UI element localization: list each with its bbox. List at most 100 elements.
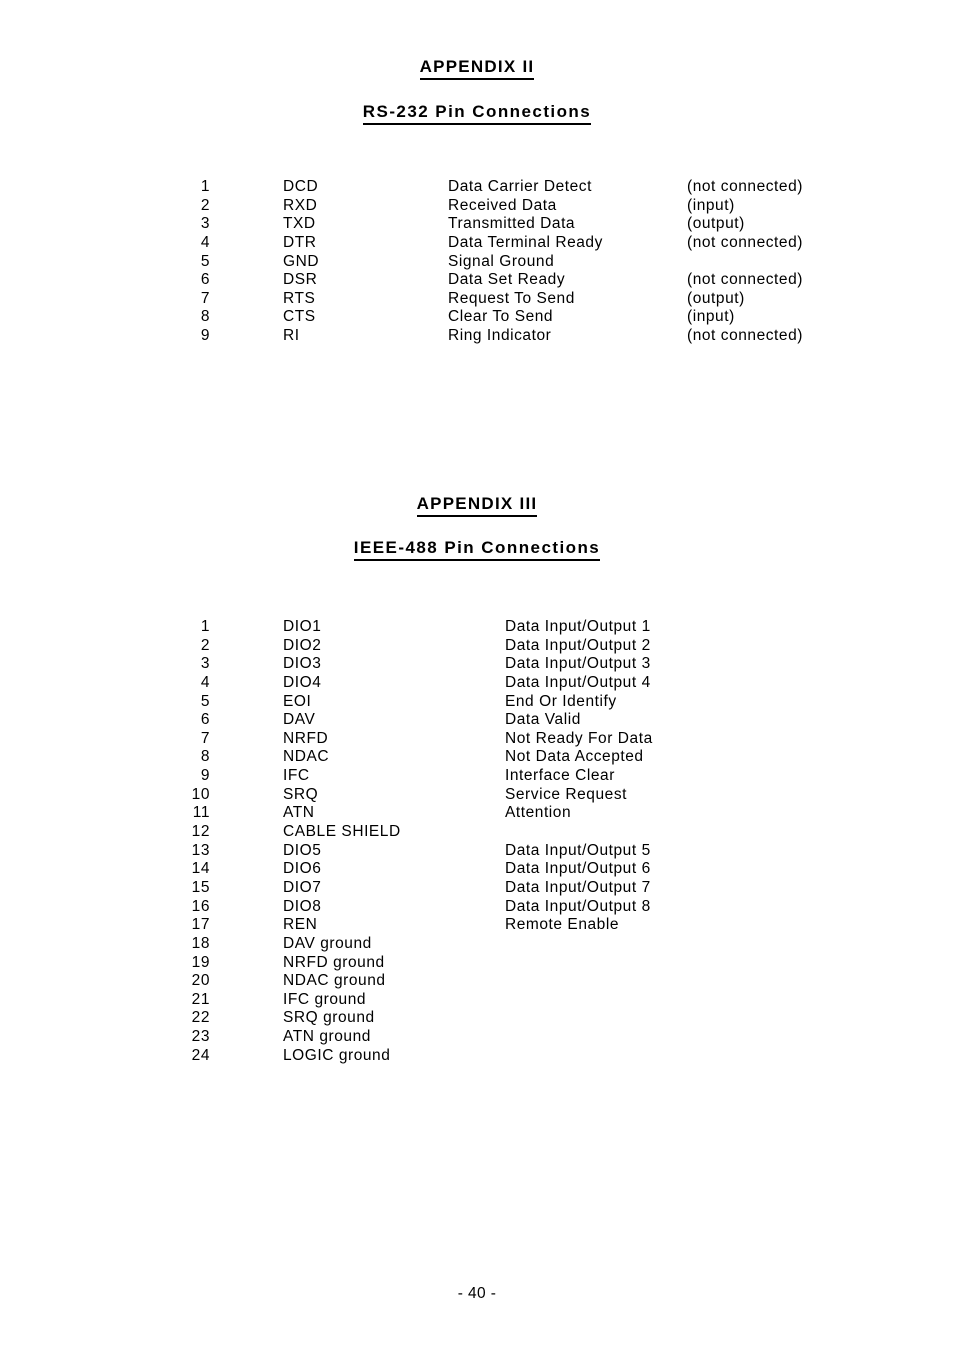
pin-number: 22 bbox=[191, 1009, 210, 1027]
table-row: 4 DIO4 Data Input/Output 4 bbox=[0, 674, 954, 693]
table-row: 10 SRQ Service Request bbox=[0, 786, 954, 805]
signal-name: DAV ground bbox=[283, 934, 372, 952]
document-page: APPENDIX II RS-232 Pin Connections 1 DCD D… bbox=[0, 0, 954, 1351]
signal-name: IFC ground bbox=[283, 990, 367, 1008]
signal-name: DIO8 bbox=[283, 897, 322, 915]
signal-name: GND bbox=[283, 252, 320, 270]
signal-name: REN bbox=[283, 916, 318, 934]
signal-description: Request To Send bbox=[448, 289, 575, 307]
signal-name: NDAC ground bbox=[283, 972, 386, 990]
pin-number: 21 bbox=[191, 990, 210, 1008]
signal-name: ATN bbox=[283, 804, 315, 822]
appendix-3-subtitle-block: IEEE-488 Pin Connections bbox=[0, 538, 954, 561]
signal-name: RXD bbox=[283, 196, 318, 214]
table-row: 1 DIO1 Data Input/Output 1 bbox=[0, 618, 954, 637]
signal-name: DIO5 bbox=[283, 841, 322, 859]
pin-number: 9 bbox=[200, 327, 210, 345]
signal-name: DIO3 bbox=[283, 655, 322, 673]
ieee488-pin-table: 1 DIO1 Data Input/Output 1 2 DIO2 Data Input/… bbox=[0, 618, 954, 1065]
table-row: 16 DIO8 Data Input/Output 8 bbox=[0, 898, 954, 917]
table-row: 18 DAV ground bbox=[0, 935, 954, 954]
table-row: 24 LOGIC ground bbox=[0, 1047, 954, 1066]
connection-note: (not connected) bbox=[687, 271, 803, 289]
signal-description: Data Input/Output 3 bbox=[505, 655, 651, 673]
pin-number: 19 bbox=[191, 953, 210, 971]
table-row: 3 DIO3 Data Input/Output 3 bbox=[0, 655, 954, 674]
table-row: 3 TXD Transmitted Data (output) bbox=[0, 215, 954, 234]
pin-number: 4 bbox=[200, 233, 210, 251]
signal-name: RI bbox=[283, 327, 300, 345]
connection-note: (input) bbox=[687, 196, 735, 214]
connection-note: (output) bbox=[687, 215, 745, 233]
connection-note: (not connected) bbox=[687, 178, 803, 195]
signal-name: DAV bbox=[283, 711, 316, 729]
appendix-3-subtitle: IEEE-488 Pin Connections bbox=[353, 538, 601, 561]
signal-description: Data Terminal Ready bbox=[448, 233, 603, 251]
pin-number: 24 bbox=[191, 1046, 210, 1064]
signal-name: DIO6 bbox=[283, 860, 322, 878]
table-row: 11 ATN Attention bbox=[0, 804, 954, 823]
table-row: 9 RI Ring Indicator (not connected) bbox=[0, 327, 954, 346]
appendix-3-title-block: APPENDIX III bbox=[0, 494, 954, 517]
pin-number: 7 bbox=[200, 729, 210, 747]
pin-number: 3 bbox=[200, 655, 210, 673]
signal-name: CABLE SHIELD bbox=[283, 823, 401, 841]
signal-description: Clear To Send bbox=[448, 308, 554, 326]
table-row: 9 IFC Interface Clear bbox=[0, 767, 954, 786]
signal-name: DIO2 bbox=[283, 636, 322, 654]
table-row: 2 DIO2 Data Input/Output 2 bbox=[0, 637, 954, 656]
signal-name: NRFD bbox=[283, 729, 329, 747]
table-row: 1 DCD Data Carrier Detect (not connected) bbox=[0, 178, 954, 197]
table-row: 8 CTS Clear To Send (input) bbox=[0, 308, 954, 327]
pin-number: 3 bbox=[200, 215, 210, 233]
signal-name: SRQ bbox=[283, 785, 319, 803]
table-row: 4 DTR Data Terminal Ready (not connected) bbox=[0, 234, 954, 253]
signal-description: Data Set Ready bbox=[448, 271, 566, 289]
connection-note: (input) bbox=[687, 308, 735, 326]
table-row: 17 REN Remote Enable bbox=[0, 916, 954, 935]
table-row: 19 NRFD ground bbox=[0, 954, 954, 973]
signal-description: Received Data bbox=[448, 196, 557, 214]
signal-description: Not Data Accepted bbox=[505, 748, 644, 766]
signal-name: DIO4 bbox=[283, 673, 322, 691]
pin-number: 5 bbox=[200, 692, 210, 710]
signal-description: Ring Indicator bbox=[448, 327, 552, 345]
signal-description: End Or Identify bbox=[505, 692, 617, 710]
table-row: 6 DAV Data Valid bbox=[0, 711, 954, 730]
table-row: 21 IFC ground bbox=[0, 991, 954, 1010]
pin-number: 11 bbox=[192, 804, 210, 822]
rs232-pin-table: 1 DCD Data Carrier Detect (not connected) 2 R… bbox=[0, 178, 954, 346]
signal-description: Interface Clear bbox=[505, 767, 615, 785]
pin-number: 9 bbox=[200, 767, 210, 785]
page-number-footer: - 40 - bbox=[457, 1285, 497, 1302]
signal-description: Data Input/Output 7 bbox=[505, 878, 651, 896]
pin-number: 13 bbox=[191, 841, 210, 859]
signal-name: DCD bbox=[283, 178, 319, 195]
table-row: 12 CABLE SHIELD bbox=[0, 823, 954, 842]
table-row: 6 DSR Data Set Ready (not connected) bbox=[0, 271, 954, 290]
pin-number: 15 bbox=[191, 878, 210, 896]
table-row: 2 RXD Received Data (input) bbox=[0, 197, 954, 216]
pin-number: 8 bbox=[200, 748, 210, 766]
signal-description: Transmitted Data bbox=[448, 215, 576, 233]
signal-name: DIO1 bbox=[283, 618, 322, 635]
table-row: 7 NRFD Not Ready For Data bbox=[0, 730, 954, 749]
signal-name: EOI bbox=[283, 692, 312, 710]
signal-description: Not Ready For Data bbox=[505, 729, 653, 747]
pin-number: 17 bbox=[191, 916, 210, 934]
table-row: 22 SRQ ground bbox=[0, 1009, 954, 1028]
pin-number: 12 bbox=[191, 823, 210, 841]
pin-number: 2 bbox=[200, 196, 210, 214]
signal-name: NDAC bbox=[283, 748, 330, 766]
pin-number: 5 bbox=[200, 252, 210, 270]
table-row: 23 ATN ground bbox=[0, 1028, 954, 1047]
connection-note: (output) bbox=[687, 289, 745, 307]
pin-number: 23 bbox=[191, 1028, 210, 1046]
pin-number: 7 bbox=[200, 289, 210, 307]
pin-number: 1 bbox=[200, 178, 210, 195]
signal-name: DIO7 bbox=[283, 878, 322, 896]
table-row: 13 DIO5 Data Input/Output 5 bbox=[0, 842, 954, 861]
appendix-2-title: APPENDIX II bbox=[419, 57, 535, 80]
pin-number: 2 bbox=[200, 636, 210, 654]
signal-name: TXD bbox=[283, 215, 316, 233]
